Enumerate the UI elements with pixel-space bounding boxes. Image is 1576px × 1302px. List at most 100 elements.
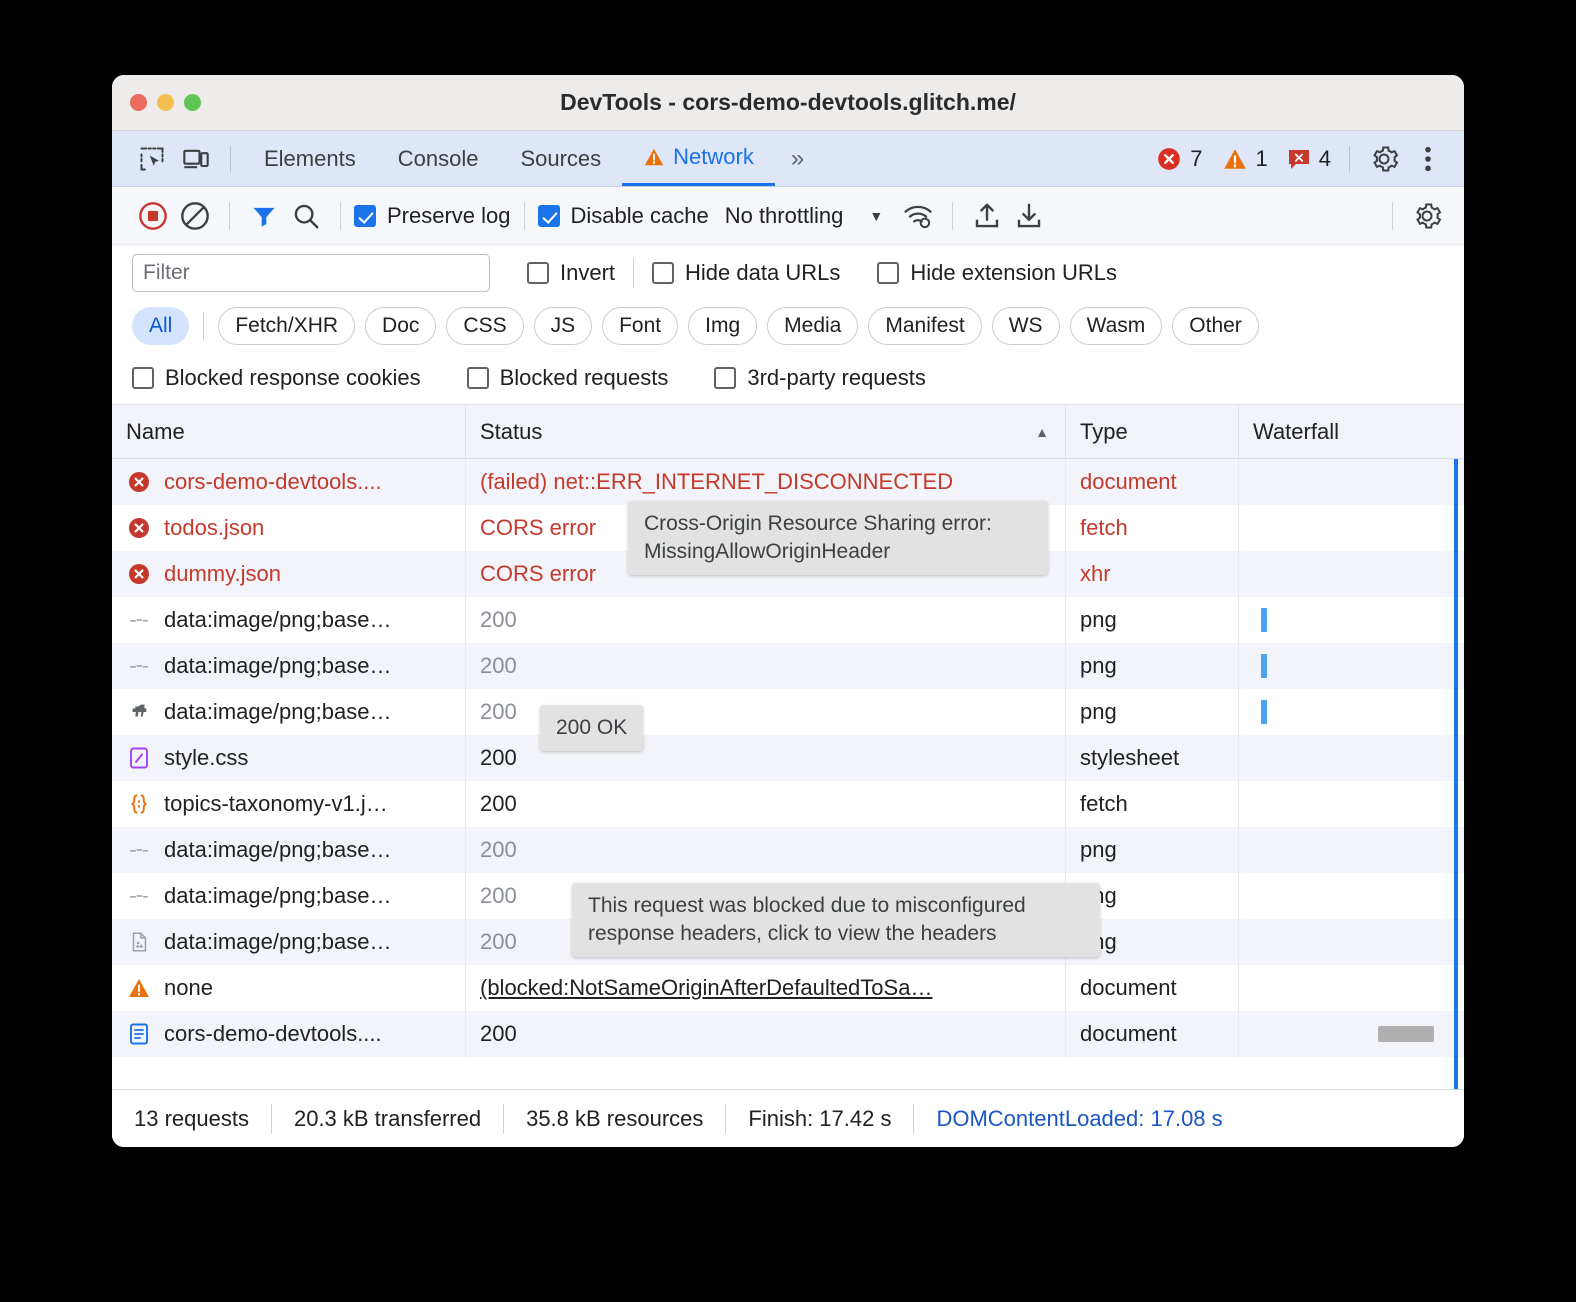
type-filter-img[interactable]: Img — [688, 307, 757, 345]
record-button[interactable] — [132, 195, 174, 237]
tab-console-label: Console — [398, 146, 479, 172]
row-name-cell[interactable]: todos.json — [112, 505, 466, 551]
clear-button[interactable] — [174, 195, 216, 237]
table-row[interactable]: none (blocked:NotSameOriginAfterDefaulte… — [112, 965, 1464, 1011]
row-type-cell: xhr — [1066, 551, 1239, 597]
export-har-icon[interactable] — [1008, 195, 1050, 237]
image-thumb-icon — [126, 655, 152, 677]
table-row[interactable]: cors-demo-devtools.... (failed) net::ERR… — [112, 459, 1464, 505]
chevron-down-icon[interactable]: ▼ — [869, 208, 883, 224]
table-row[interactable]: data:image/png;base… 200 png — [112, 827, 1464, 873]
table-row[interactable]: data:image/png;base… 200 png — [112, 597, 1464, 643]
network-conditions-icon[interactable] — [897, 195, 939, 237]
inspect-element-icon[interactable] — [130, 139, 174, 179]
row-name-cell[interactable]: dummy.json — [112, 551, 466, 597]
type-filter-css[interactable]: CSS — [446, 307, 523, 345]
import-har-icon[interactable] — [966, 195, 1008, 237]
tab-network-label: Network — [673, 144, 754, 170]
preserve-log-checkbox[interactable]: Preserve log — [354, 203, 511, 229]
row-waterfall-cell — [1239, 643, 1464, 689]
row-name-cell[interactable]: cors-demo-devtools.... — [112, 1011, 466, 1057]
throttling-dropdown[interactable]: No throttling — [725, 203, 844, 229]
row-name-text: style.css — [164, 745, 248, 771]
row-name-cell[interactable]: cors-demo-devtools.... — [112, 459, 466, 505]
type-filter-js[interactable]: JS — [534, 307, 593, 345]
type-filter-doc[interactable]: Doc — [365, 307, 436, 345]
maximize-window-button[interactable] — [184, 94, 201, 111]
hide-data-urls-checkbox[interactable]: Hide data URLs — [652, 260, 840, 286]
minimize-window-button[interactable] — [157, 94, 174, 111]
error-counter[interactable]: 7 — [1150, 146, 1208, 172]
warning-counter[interactable]: 1 — [1216, 146, 1274, 172]
issue-counter[interactable]: 4 — [1281, 146, 1337, 172]
disable-cache-checkbox[interactable]: Disable cache — [538, 203, 709, 229]
row-waterfall-cell — [1239, 781, 1464, 827]
type-filter-font[interactable]: Font — [602, 307, 678, 345]
tab-console[interactable]: Console — [377, 131, 500, 186]
row-status-cell[interactable]: (blocked:NotSameOriginAfterDefaultedToSa… — [466, 965, 1066, 1011]
table-row[interactable]: style.css 200 stylesheet — [112, 735, 1464, 781]
tab-sources[interactable]: Sources — [499, 131, 622, 186]
filter-input[interactable] — [132, 254, 490, 292]
preserve-log-label: Preserve log — [387, 203, 511, 229]
table-row[interactable]: topics-taxonomy-v1.j… 200 fetch — [112, 781, 1464, 827]
filter-funnel-icon[interactable] — [243, 195, 285, 237]
type-filter-fetch-xhr[interactable]: Fetch/XHR — [218, 307, 355, 345]
type-filter-ws[interactable]: WS — [992, 307, 1060, 345]
devtools-settings-gear-icon[interactable] — [1362, 139, 1406, 179]
blocked-requests-checkbox[interactable]: Blocked requests — [467, 365, 669, 391]
sort-ascending-icon: ▲ — [1035, 424, 1049, 440]
row-type-cell: document — [1066, 965, 1239, 1011]
row-name-text: cors-demo-devtools.... — [164, 469, 382, 495]
type-filter-manifest[interactable]: Manifest — [868, 307, 981, 345]
type-filter-media[interactable]: Media — [767, 307, 858, 345]
type-filter-wasm[interactable]: Wasm — [1070, 307, 1163, 345]
search-icon[interactable] — [285, 195, 327, 237]
column-header-waterfall[interactable]: Waterfall — [1239, 405, 1464, 458]
table-row[interactable]: cors-demo-devtools.... 200 document — [112, 1011, 1464, 1057]
preserve-log-checkbox-box — [354, 205, 376, 227]
invert-label: Invert — [560, 260, 615, 286]
devtools-more-options-icon[interactable] — [1406, 139, 1450, 179]
type-filter-other[interactable]: Other — [1172, 307, 1259, 345]
issue-counters: 7 1 4 — [1150, 146, 1337, 172]
status-divider-4 — [913, 1104, 914, 1134]
row-name-cell[interactable]: topics-taxonomy-v1.j… — [112, 781, 466, 827]
close-window-button[interactable] — [130, 94, 147, 111]
row-name-text: data:image/png;base… — [164, 699, 392, 725]
waterfall-bar — [1261, 700, 1267, 724]
hide-extension-urls-checkbox[interactable]: Hide extension URLs — [877, 260, 1117, 286]
window-title: DevTools - cors-demo-devtools.glitch.me/ — [112, 89, 1464, 116]
column-header-type[interactable]: Type — [1066, 405, 1239, 458]
blocked-requests-label: Blocked requests — [500, 365, 669, 391]
row-name-cell[interactable]: style.css — [112, 735, 466, 781]
row-name-cell[interactable]: data:image/png;base… — [112, 873, 466, 919]
table-row[interactable]: data:image/png;base… 200 png — [112, 689, 1464, 735]
tab-network[interactable]: Network — [622, 131, 775, 186]
column-header-name[interactable]: Name — [112, 405, 466, 458]
row-name-text: none — [164, 975, 213, 1001]
invert-checkbox[interactable]: Invert — [527, 260, 615, 286]
network-settings-gear-icon[interactable] — [1406, 195, 1448, 237]
more-tabs-icon[interactable]: » — [775, 145, 817, 173]
row-name-cell[interactable]: data:image/png;base… — [112, 689, 466, 735]
row-name-cell[interactable]: none — [112, 965, 466, 1011]
column-header-status[interactable]: Status ▲ — [466, 405, 1066, 458]
row-name-cell[interactable]: data:image/png;base… — [112, 643, 466, 689]
type-filter-all[interactable]: All — [132, 307, 189, 345]
invert-checkbox-box — [527, 262, 549, 284]
third-party-requests-checkbox[interactable]: 3rd-party requests — [714, 365, 926, 391]
type-filter-wasm-label: Wasm — [1087, 314, 1146, 338]
device-toolbar-icon[interactable] — [174, 139, 218, 179]
blocked-requests-box — [467, 367, 489, 389]
blocked-status-link[interactable]: (blocked:NotSameOriginAfterDefaultedToSa… — [480, 975, 932, 1001]
image-dino-icon — [126, 701, 152, 723]
row-name-cell[interactable]: data:image/png;base… — [112, 597, 466, 643]
warning-triangle-icon — [643, 146, 665, 168]
table-row[interactable]: data:image/png;base… 200 png — [112, 643, 1464, 689]
tab-elements[interactable]: Elements — [243, 131, 377, 186]
row-name-cell[interactable]: data:image/png;base… — [112, 919, 466, 965]
row-name-cell[interactable]: data:image/png;base… — [112, 827, 466, 873]
blocked-response-cookies-checkbox[interactable]: Blocked response cookies — [132, 365, 421, 391]
panel-tabs: Elements Console Sources Network — [243, 131, 775, 186]
